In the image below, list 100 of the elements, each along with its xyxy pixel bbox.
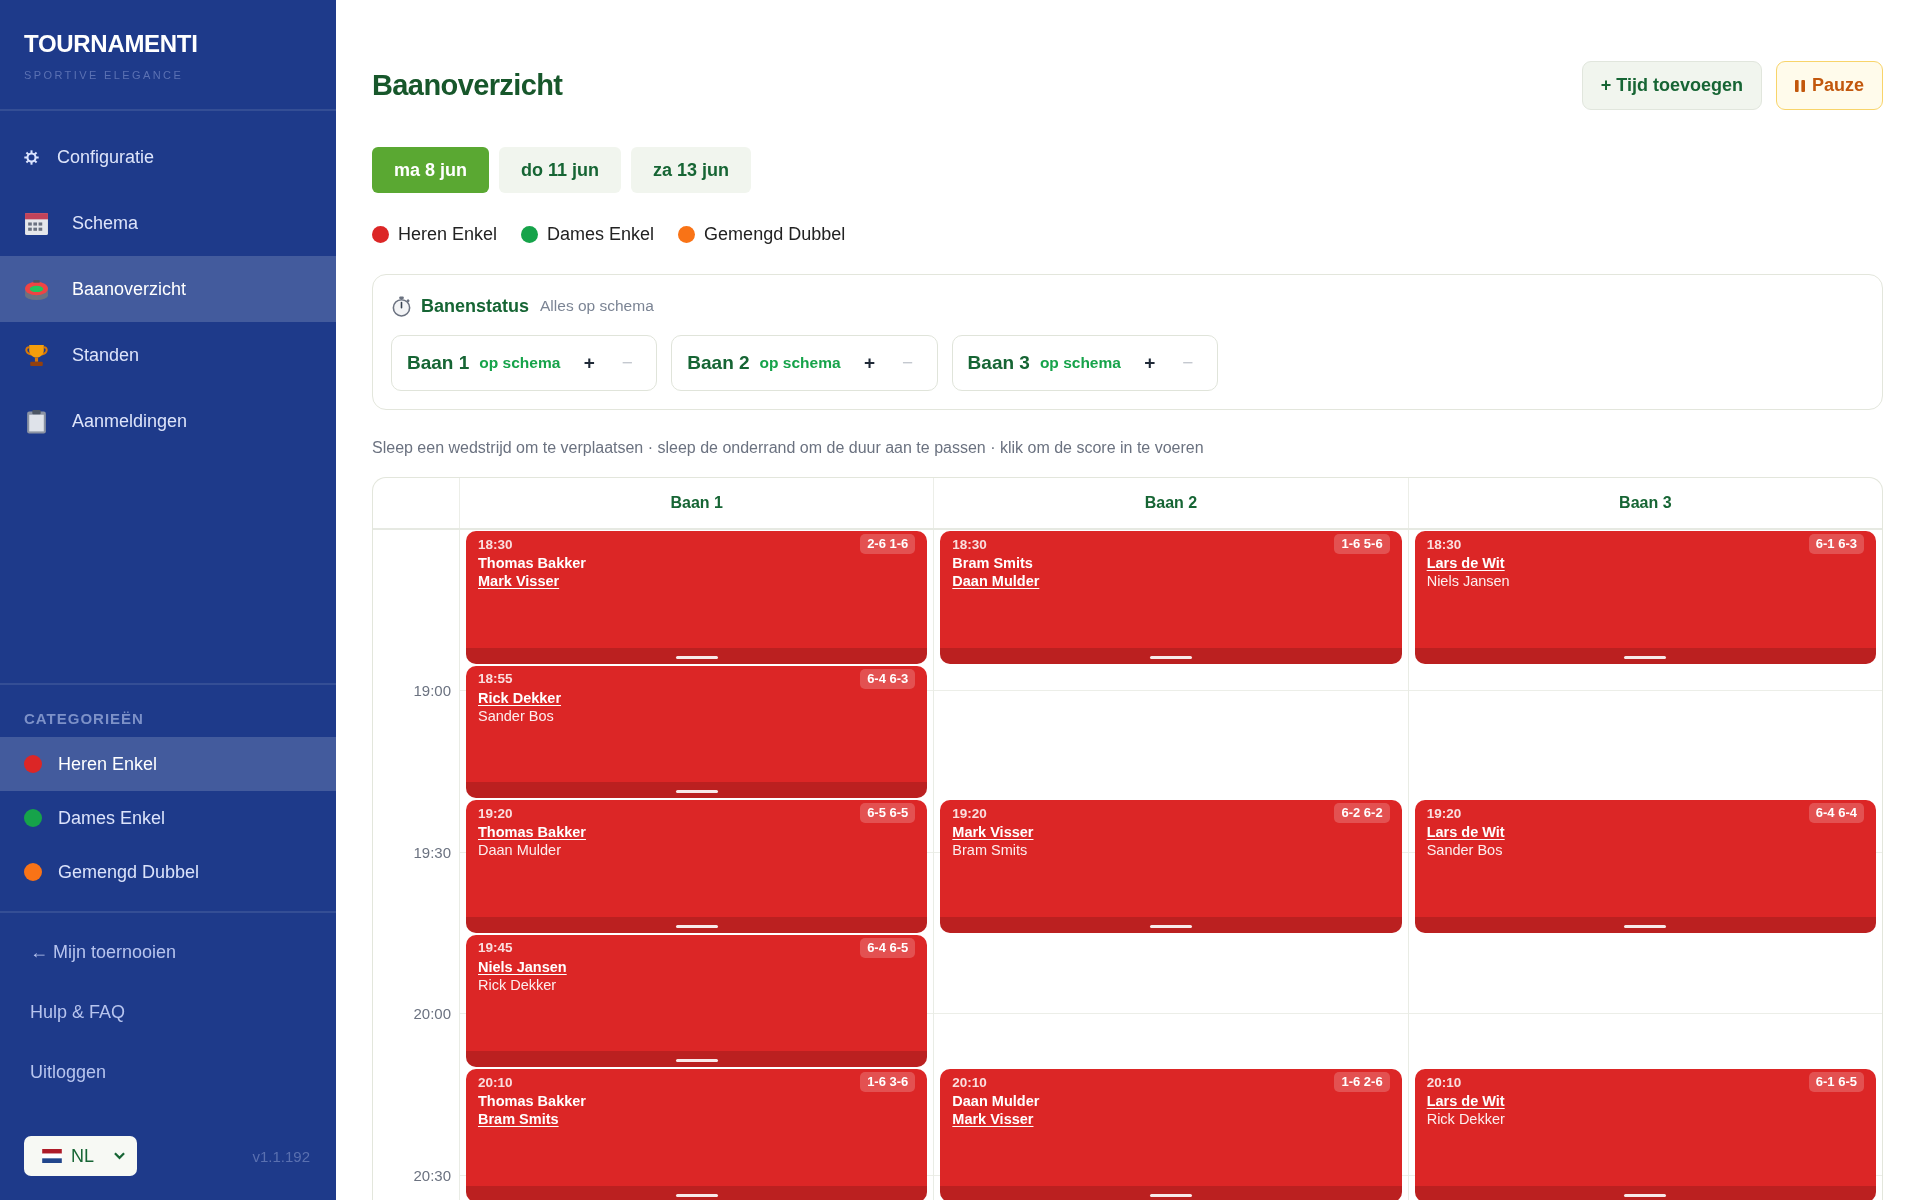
match-time: 18:30 — [952, 536, 987, 552]
score-badge: 6-1 6-5 — [1808, 1072, 1864, 1092]
increase-button[interactable]: + — [574, 348, 605, 378]
date-tab[interactable]: do 11 jun — [499, 147, 622, 193]
trophy-icon — [24, 342, 49, 368]
nav-item[interactable]: Baanoverzicht — [0, 256, 336, 322]
match-card[interactable]: 19:45 6-4 6-5 Niels Jansen Rick Dekker — [466, 934, 928, 1067]
hint-text: Sleep een wedstrijd om te verplaatsen · sleep de onderrand om de duur aan te passen · klik om de score in te voeren — [372, 438, 1205, 458]
resize-handle[interactable] — [466, 782, 928, 798]
player-name: Niels Jansen — [1426, 572, 1510, 590]
resize-handle[interactable] — [466, 647, 928, 664]
court-name: Baan 3 — [967, 352, 1030, 374]
player-name: Thomas Bakker — [478, 554, 586, 572]
grip-icon — [1150, 924, 1192, 928]
score-badge: 6-4 6-3 — [860, 668, 916, 689]
player-name: Lars de Wit — [1426, 823, 1505, 841]
category-item[interactable]: Heren Enkel — [0, 737, 336, 791]
player-name: Sander Bos — [1426, 841, 1503, 859]
grip-icon — [675, 655, 718, 659]
date-tab[interactable]: za 13 jun — [631, 147, 752, 193]
legend-label: Heren Enkel — [398, 223, 498, 245]
player-name: Mark Visser — [952, 823, 1034, 841]
increase-button[interactable]: + — [1134, 348, 1165, 378]
score-badge: 1-6 5-6 — [1334, 534, 1390, 554]
match-card[interactable]: 19:20 6-2 6-2 Mark Visser Bram Smits — [940, 800, 1402, 933]
logo-tagline: SPORTIVE ELEGANCE — [24, 68, 185, 82]
resize-handle[interactable] — [1414, 916, 1876, 933]
version-label: v1.1.192 — [252, 1147, 310, 1165]
increase-button[interactable]: + — [854, 348, 885, 378]
player-name: Lars de Wit — [1426, 1092, 1505, 1110]
player-name: Niels Jansen — [478, 957, 567, 976]
sidebar-link[interactable]: Hulp & FAQ — [30, 982, 126, 1042]
match-time: 19:20 — [1426, 805, 1462, 821]
player-name: Rick Dekker — [478, 975, 557, 994]
gear-icon — [24, 149, 39, 165]
match-card[interactable]: 18:30 1-6 5-6 Bram Smits Daan Mulder — [940, 531, 1402, 664]
status-summary: Alles op schema — [540, 297, 654, 315]
match-card[interactable]: 19:20 6-4 6-4 Lars de Wit Sander Bos — [1414, 800, 1876, 933]
resize-handle[interactable] — [466, 1051, 928, 1067]
time-label: 20:30 — [413, 1165, 451, 1186]
match-time: 19:20 — [478, 805, 513, 821]
match-card[interactable]: 19:20 6-5 6-5 Thomas Bakker Daan Mulder — [466, 800, 928, 933]
legend-label: Dames Enkel — [547, 223, 655, 245]
resize-handle[interactable] — [1414, 1185, 1876, 1200]
player-name: Thomas Bakker — [478, 823, 586, 841]
grip-icon — [675, 1059, 718, 1062]
score-badge: 2-6 1-6 — [860, 534, 916, 554]
stopwatch-icon — [391, 295, 412, 317]
time-label: 19:00 — [413, 681, 451, 702]
court-header: Baan 3 — [1619, 494, 1672, 512]
player-name: Thomas Bakker — [478, 1092, 586, 1110]
match-time: 19:20 — [952, 805, 987, 821]
sidebar-link[interactable]: ← Mijn toernooien — [30, 922, 177, 982]
court-header: Baan 2 — [1144, 494, 1198, 512]
page-title: Baanoverzicht — [372, 69, 563, 102]
category-item[interactable]: Dames Enkel — [0, 791, 336, 845]
match-card[interactable]: 20:10 6-1 6-5 Lars de Wit Rick Dekker — [1414, 1069, 1876, 1200]
category-item[interactable]: Gemengd Dubbel — [0, 845, 336, 899]
match-time: 18:30 — [478, 536, 513, 552]
nav-item[interactable]: Aanmeldingen — [0, 388, 336, 454]
grip-icon — [675, 790, 718, 793]
court-name: Baan 1 — [407, 352, 470, 374]
grip-icon — [1624, 924, 1667, 928]
resize-handle[interactable] — [940, 647, 1402, 664]
match-card[interactable]: 20:10 1-6 2-6 Daan Mulder Mark Visser — [940, 1069, 1402, 1200]
grip-icon — [1624, 1193, 1667, 1197]
match-card[interactable]: 18:30 2-6 1-6 Thomas Bakker Mark Visser — [466, 531, 928, 664]
player-name: Mark Visser — [952, 1110, 1034, 1128]
resize-handle[interactable] — [1414, 647, 1876, 664]
player-name: Daan Mulder — [478, 841, 561, 859]
player-name: Rick Dekker — [1426, 1110, 1505, 1128]
legend-label: Gemengd Dubbel — [704, 223, 846, 245]
clipboard-icon — [24, 408, 49, 434]
player-name: Sander Bos — [478, 706, 554, 725]
sidebar-link[interactable]: Uitloggen — [30, 1042, 107, 1102]
resize-handle[interactable] — [940, 916, 1402, 933]
match-card[interactable]: 18:30 6-1 6-3 Lars de Wit Niels Jansen — [1414, 531, 1876, 664]
court-status: op schema — [759, 354, 841, 372]
player-name: Daan Mulder — [952, 572, 1040, 590]
nav-item[interactable]: Standen — [0, 322, 336, 388]
resize-handle[interactable] — [466, 1185, 928, 1200]
grip-icon — [1150, 655, 1192, 659]
time-label: 19:30 — [413, 842, 451, 863]
resize-handle[interactable] — [940, 1185, 1402, 1200]
flag-icon — [42, 1149, 62, 1163]
score-badge: 6-1 6-3 — [1808, 534, 1864, 554]
pause-button[interactable]: Pauze — [1775, 61, 1883, 110]
nav-item[interactable]: Configuratie — [0, 124, 336, 190]
language-select[interactable]: NL — [24, 1136, 137, 1176]
match-card[interactable]: 20:10 1-6 3-6 Thomas Bakker Bram Smits — [466, 1069, 928, 1200]
grip-icon — [1624, 655, 1667, 659]
nav-item[interactable]: Schema — [0, 190, 336, 256]
match-time: 20:10 — [952, 1074, 987, 1090]
court-header: Baan 1 — [670, 494, 723, 512]
court-status: op schema — [1039, 354, 1121, 372]
match-card[interactable]: 18:55 6-4 6-3 Rick Dekker Sander Bos — [466, 665, 928, 798]
grip-icon — [675, 1193, 718, 1197]
resize-handle[interactable] — [466, 916, 928, 933]
score-badge: 6-4 6-5 — [860, 937, 916, 958]
add-time-button[interactable]: + Tijd toevoegen — [1581, 61, 1762, 110]
